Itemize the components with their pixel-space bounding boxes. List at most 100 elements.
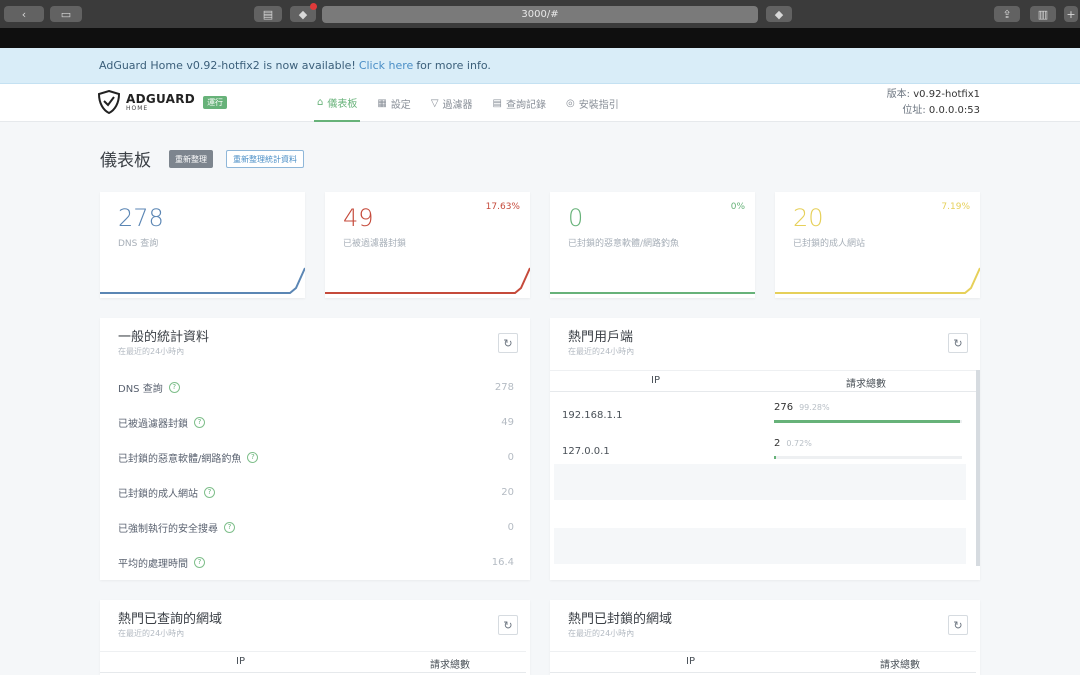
nav-dashboard[interactable]: ⌂ 儀表板 <box>314 84 361 122</box>
column-request-count[interactable]: 請求總數 <box>846 375 886 390</box>
reader-icon[interactable]: ◆ <box>766 6 792 22</box>
stat-row-value: 20 <box>501 486 514 498</box>
panel-subtitle: 在最近的24小時內 <box>568 629 635 638</box>
help-icon[interactable]: ? <box>204 486 215 498</box>
help-icon[interactable]: ? <box>168 381 180 393</box>
help-icon[interactable]: ? <box>247 451 259 463</box>
stat-card-dns-queries: 278 DNS 查詢 <box>100 192 305 298</box>
dashboard-icon: ⌂ <box>317 96 324 108</box>
table-header: IP 請求總數 <box>550 370 976 392</box>
refresh-button[interactable]: 重新整理 <box>169 150 213 168</box>
banner-text: AdGuard Home v0.92-hotfix2 is now availa… <box>99 59 356 72</box>
client-ip: 192.168.1.1 <box>562 410 623 421</box>
stat-label: 已封鎖的惡意軟體/網路釣魚 <box>568 239 680 249</box>
nav-query-log-label: 查詢記錄 <box>505 99 546 111</box>
back-button[interactable]: ‹ <box>4 6 44 22</box>
main-nav: ⌂ 儀表板 ▦ 設定 ▽ 過濾器 ▤ 查詢記錄 ◎ 安裝指引 <box>314 84 636 122</box>
banner-link[interactable]: Click here <box>359 59 414 72</box>
status-badge: 運行 <box>203 95 228 109</box>
client-count-value: 276 <box>774 402 794 413</box>
panel-title: 熱門用戶端 <box>568 330 634 345</box>
log-icon: ▤ <box>492 97 502 109</box>
filter-icon: ▽ <box>430 97 439 109</box>
top-clients-panel: 熱門用戶端 在最近的24小時內 ↻ IP 請求總數 192.168.1.1 27… <box>550 318 980 580</box>
tabs-button[interactable]: ▥ <box>1030 6 1056 22</box>
stat-row: 已封鎖的惡意軟體/網路釣魚 ? 0 <box>118 448 514 466</box>
stat-row: DNS 查詢 ? 278 <box>118 378 514 396</box>
sidebar-toggle-button[interactable]: ▭ <box>50 6 82 22</box>
address-bar[interactable]: 3000/# <box>322 6 758 23</box>
address-label: 位址: <box>902 105 926 116</box>
nav-setup-guide[interactable]: ◎ 安裝指引 <box>563 84 622 122</box>
stat-value: 278 <box>118 204 164 232</box>
column-ip[interactable]: IP <box>651 375 660 386</box>
client-percent: 0.72% <box>786 439 812 448</box>
nav-query-log[interactable]: ▤ 查詢記錄 <box>490 84 549 122</box>
help-icon[interactable]: ? <box>194 416 205 428</box>
progress-bar <box>774 420 961 423</box>
sparkline <box>325 267 530 294</box>
stat-row-label: 已強制執行的安全搜尋 <box>118 523 218 535</box>
stat-card-blocked-malware: 0 0% 已封鎖的惡意軟體/網路釣魚 <box>550 192 755 298</box>
stat-label: 已封鎖的成人網站 <box>793 239 866 249</box>
client-ip: 127.0.0.1 <box>562 446 610 457</box>
progress-track <box>774 456 962 459</box>
empty-row <box>554 464 966 500</box>
sparkline <box>775 267 980 294</box>
top-queried-domains-panel: 熱門已查詢的網域 在最近的24小時內 ↻ IP 請求總數 <box>100 600 530 675</box>
help-icon[interactable]: ? <box>194 556 205 568</box>
logo-subtitle: HOME <box>126 104 149 112</box>
stat-percent: 7.19% <box>941 202 970 212</box>
refresh-icon[interactable]: ↻ <box>498 615 518 635</box>
version-value: v0.92-hotfix1 <box>913 89 980 100</box>
share-button[interactable]: ⇪ <box>994 6 1020 22</box>
stat-value: 20 <box>793 204 824 232</box>
setup-icon: ◎ <box>565 97 575 109</box>
refresh-icon[interactable]: ↻ <box>948 615 968 635</box>
stat-label: DNS 查詢 <box>118 239 159 249</box>
empty-row <box>554 528 966 564</box>
column-request-count[interactable]: 請求總數 <box>880 656 920 671</box>
refresh-icon[interactable]: ↻ <box>948 333 968 353</box>
stat-row-label: 已封鎖的成人網站 <box>118 488 198 500</box>
notification-dot <box>310 3 317 10</box>
client-count-value: 2 <box>774 438 781 449</box>
column-request-count[interactable]: 請求總數 <box>430 656 470 671</box>
stat-row-value: 0 <box>507 451 514 463</box>
sparkline <box>100 267 305 294</box>
stat-value: 49 <box>343 204 374 232</box>
stat-card-blocked-filters: 49 17.63% 已被過濾器封鎖 <box>325 192 530 298</box>
client-count: 2 0.72% <box>774 438 812 449</box>
table-row: 192.168.1.1 276 99.28% <box>550 400 970 434</box>
help-icon[interactable]: ? <box>224 521 235 533</box>
stat-row-value: 278 <box>494 381 514 393</box>
new-tab-button[interactable]: + <box>1064 6 1078 22</box>
stat-percent: 0% <box>730 202 745 212</box>
stat-value: 0 <box>568 204 584 232</box>
logo[interactable]: ADGUARD HOME 運行 <box>98 90 228 114</box>
logo-title: ADGUARD <box>126 91 196 106</box>
scrollbar[interactable] <box>976 370 980 566</box>
stat-row-label: 平均的處理時間 <box>118 558 188 570</box>
nav-filters-label: 過濾器 <box>442 99 473 111</box>
panel-subtitle: 在最近的24小時內 <box>568 347 635 356</box>
tab-overview-button[interactable]: ▤ <box>254 6 282 22</box>
panel-title: 一般的統計資料 <box>118 330 210 345</box>
stat-percent: 17.63% <box>485 202 520 212</box>
nav-filters[interactable]: ▽ 過濾器 <box>428 84 476 122</box>
update-banner: AdGuard Home v0.92-hotfix2 is now availa… <box>0 48 1080 84</box>
stat-row-value: 0 <box>507 521 514 533</box>
banner-text-after: for more info. <box>416 59 491 72</box>
reset-stats-button[interactable]: 重新整理統計資料 <box>226 150 304 168</box>
settings-icon: ▦ <box>377 97 387 109</box>
stat-row-value: 16.4 <box>491 556 514 568</box>
stat-row-value: 49 <box>501 416 514 428</box>
version-info: 版本: v0.92-hotfix1 位址: 0.0.0.0:53 <box>887 87 980 119</box>
refresh-icon[interactable]: ↻ <box>498 333 518 353</box>
column-ip[interactable]: IP <box>236 656 245 667</box>
column-ip[interactable]: IP <box>686 656 695 667</box>
stat-row: 已被過濾器封鎖 ? 49 <box>118 413 514 431</box>
panel-title: 熱門已查詢的網域 <box>118 612 223 627</box>
stat-card-blocked-adult: 20 7.19% 已封鎖的成人網站 <box>775 192 980 298</box>
nav-settings[interactable]: ▦ 設定 <box>374 84 413 122</box>
